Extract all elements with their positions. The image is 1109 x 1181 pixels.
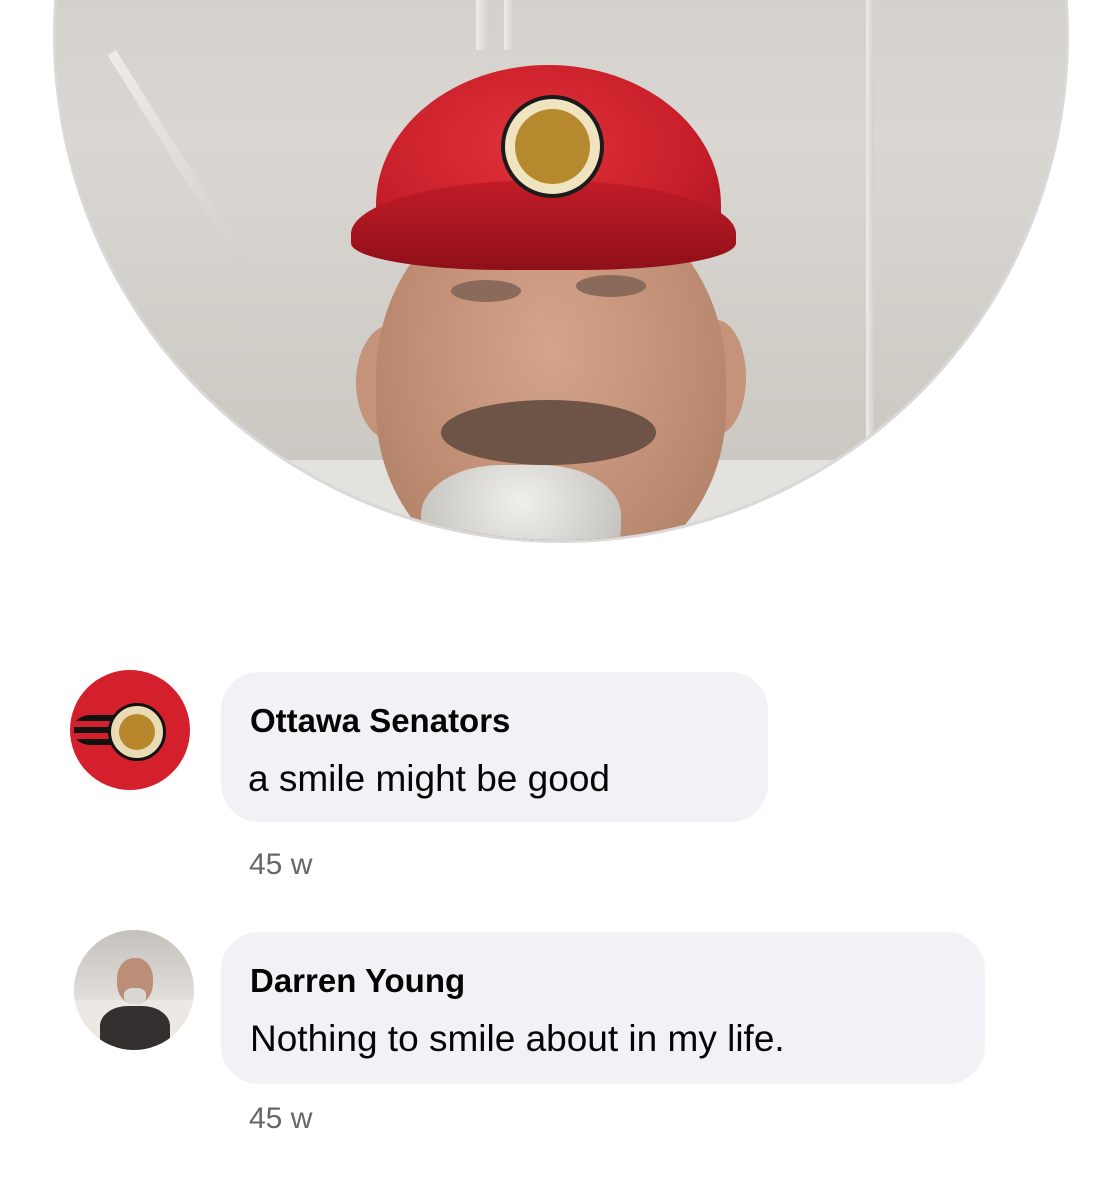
profile-photo[interactable] (56, 0, 1066, 540)
senators-logo-icon (501, 95, 604, 198)
divider (0, 595, 1109, 599)
comment-text: Nothing to smile about in my life. (250, 1018, 785, 1059)
comment-author[interactable]: Ottawa Senators (250, 702, 510, 740)
ceiling-beam (866, 0, 874, 520)
ottawa-senators-avatar[interactable] (70, 670, 190, 790)
profile-photo-area (0, 0, 1109, 596)
comment-author[interactable]: Darren Young (250, 962, 465, 1000)
ceiling-beam (504, 0, 514, 50)
senators-logo-icon (108, 703, 166, 761)
comment-timestamp[interactable]: 45 w (249, 1102, 312, 1136)
eye (576, 275, 646, 297)
darren-young-avatar[interactable] (74, 930, 194, 1050)
comment-timestamp[interactable]: 45 w (249, 848, 312, 882)
comment-bubble: Darren Young Nothing to smile about in m… (221, 932, 985, 1084)
goatee (421, 465, 621, 540)
ceiling-beam (476, 0, 490, 50)
comment-bubble: Ottawa Senators a smile might be good (221, 672, 768, 822)
comment-text: a smile might be good (248, 758, 610, 799)
eye (451, 280, 521, 302)
mustache (441, 400, 656, 465)
